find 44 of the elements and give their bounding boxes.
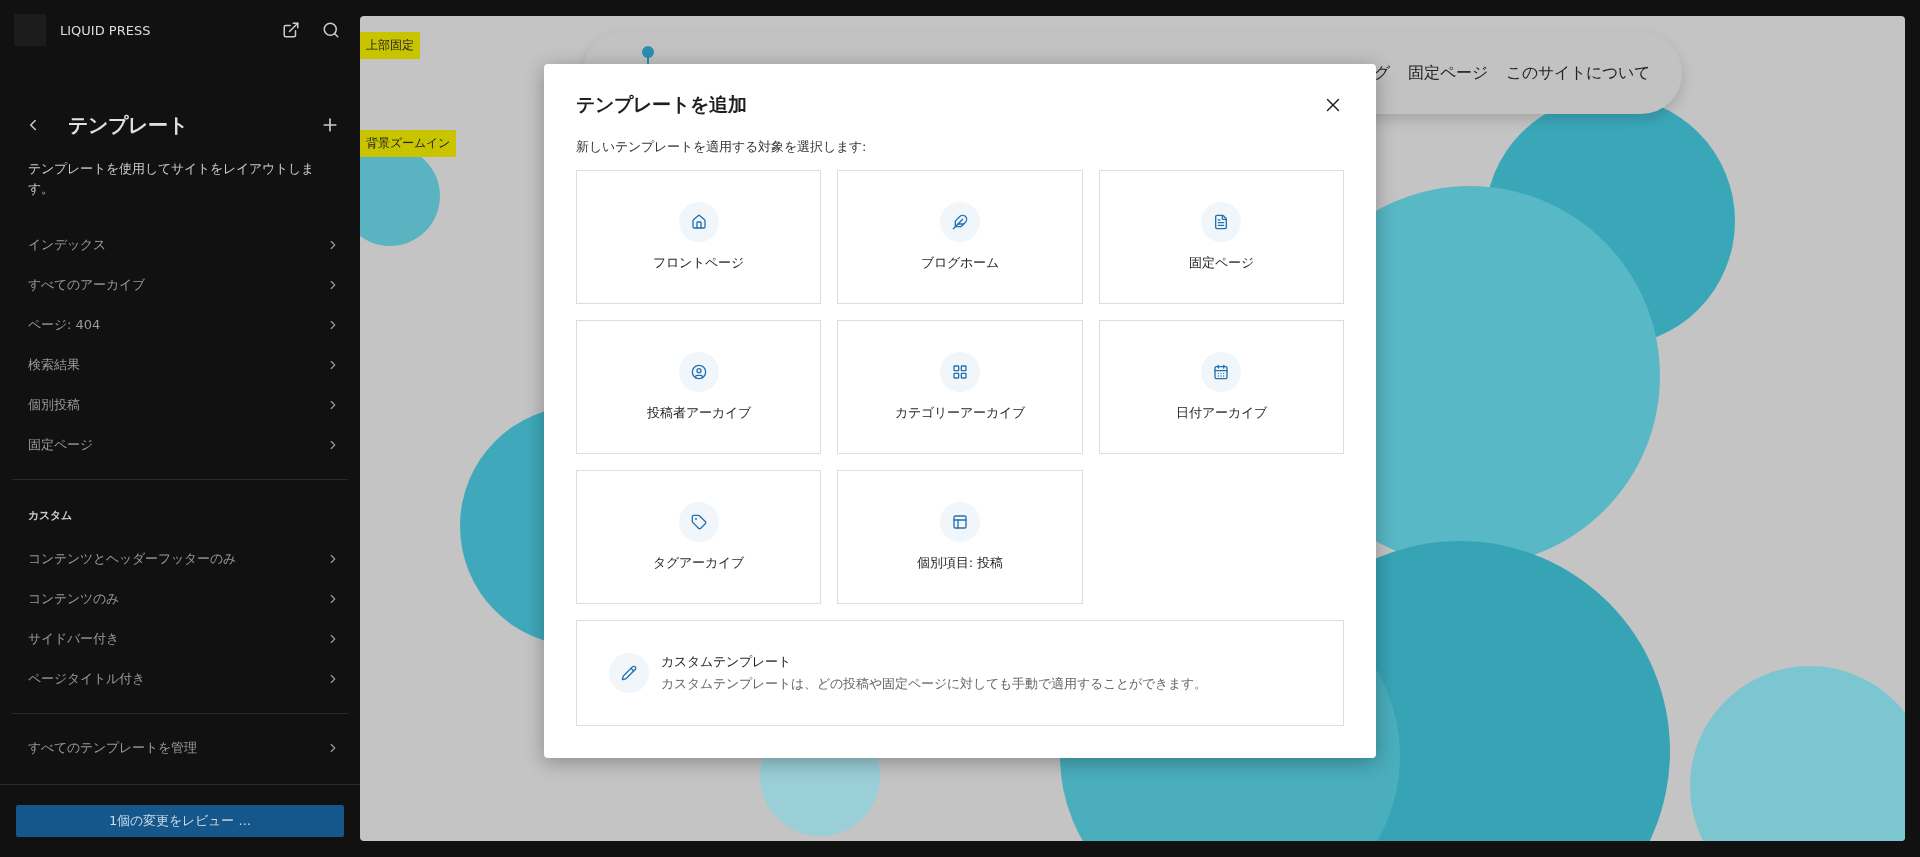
user-icon	[678, 352, 719, 392]
template-option[interactable]: 日付アーカイブ	[1098, 320, 1344, 454]
option-title: カスタムテンプレート	[661, 653, 792, 671]
layout-icon	[940, 502, 980, 542]
template-item[interactable]: コンテンツとヘッダーフッターのみ	[0, 539, 360, 579]
pencil-icon	[609, 653, 649, 693]
template-option[interactable]: フロントページ	[576, 170, 822, 304]
manage-templates-link[interactable]: すべてのテンプレートを管理	[0, 728, 360, 768]
pin-icon	[642, 46, 654, 64]
feather-icon	[940, 202, 980, 242]
template-item[interactable]: コンテンツのみ	[0, 579, 360, 619]
section-title: カスタム	[27, 508, 73, 524]
custom-template-option[interactable]: カスタムテンプレート カスタムテンプレートは、どの投稿や固定ページに対しても手動で適用することができます。	[576, 620, 1344, 726]
template-option[interactable]: タグアーカイブ	[576, 470, 822, 604]
block-label: 上部固定	[360, 32, 420, 59]
template-option[interactable]: 個別項目: 投稿	[837, 470, 1083, 604]
document-icon	[1201, 202, 1242, 242]
review-changes-button[interactable]: 1個の変更をレビュー ...	[16, 805, 344, 837]
panel-heading: テンプレート	[68, 111, 189, 139]
panel-description: テンプレートを使用してサイトをレイアウトします。	[28, 160, 315, 198]
template-item[interactable]: 固定ページ	[0, 425, 360, 465]
tag-icon	[678, 502, 719, 542]
template-item[interactable]: ページ: 404	[0, 305, 360, 345]
nav-link[interactable]: グ	[1374, 62, 1390, 84]
template-item[interactable]: 個別投稿	[0, 385, 360, 425]
home-icon	[678, 202, 719, 242]
template-item[interactable]: すべてのアーカイブ	[0, 265, 360, 305]
grid-icon	[940, 352, 980, 392]
nav-link[interactable]: このサイトについて	[1506, 62, 1650, 84]
template-item[interactable]: ページタイトル付き	[0, 659, 360, 699]
template-item[interactable]: 検索結果	[0, 345, 360, 385]
template-option[interactable]: カテゴリーアーカイブ	[837, 320, 1083, 454]
block-label: 背景ズームイン	[360, 130, 456, 157]
dialog-subtitle: 新しいテンプレートを適用する対象を選択します:	[576, 138, 868, 156]
nav-link[interactable]: 固定ページ	[1408, 62, 1488, 84]
template-option[interactable]: 投稿者アーカイブ	[576, 320, 822, 454]
template-item[interactable]: サイドバー付き	[0, 619, 360, 659]
template-option[interactable]: ブログホーム	[837, 170, 1083, 304]
calendar-icon	[1201, 352, 1242, 392]
template-item[interactable]: インデックス	[0, 225, 360, 265]
dialog-title: テンプレートを追加	[576, 92, 747, 117]
site-title: LIQUID PRESS	[60, 22, 152, 38]
option-description: カスタムテンプレートは、どの投稿や固定ページに対しても手動で適用することができます。	[661, 675, 1207, 693]
template-option[interactable]: 固定ページ	[1098, 170, 1344, 304]
